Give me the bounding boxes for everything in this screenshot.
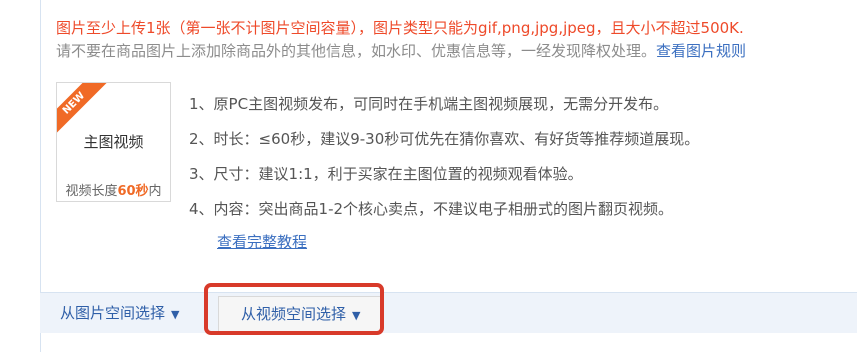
main-video-thumbnail[interactable]: NEW 主图视频 视频长度60秒内 bbox=[56, 82, 171, 202]
select-from-image-space-label: 从图片空间选择 bbox=[60, 304, 166, 322]
content-policy-text: 请不要在商品图片上添加除商品外的其他信息，如水印、优惠信息等，一经发现降权处理。… bbox=[56, 41, 852, 62]
video-guidelines-list: 1、原PC主图视频发布，可同时在手机端主图视频展现，无需分开发布。 2、时长：≤… bbox=[189, 92, 699, 232]
full-tutorial-link[interactable]: 查看完整教程 bbox=[217, 231, 307, 252]
guideline-item: 3、尺寸：建议1:1，利于买家在主图位置的视频观看体验。 bbox=[189, 165, 583, 183]
content-policy-sentence: 请不要在商品图片上添加除商品外的其他信息，如水印、优惠信息等，一经发现降权处理。 bbox=[56, 42, 657, 60]
guideline-item: 4、内容：突出商品1-2个核心卖点，不建议电子相册式的图片翻页视频。 bbox=[189, 200, 674, 218]
select-from-image-space-button[interactable]: 从图片空间选择 ▼ bbox=[60, 293, 179, 333]
select-from-video-space-label: 从视频空间选择 bbox=[241, 305, 347, 323]
image-rules-link[interactable]: 查看图片规则 bbox=[656, 42, 746, 60]
upload-requirements-text: 图片至少上传1张（第一张不计图片空间容量），图片类型只能为gif,png,jpg… bbox=[56, 19, 744, 37]
caret-down-icon: ▼ bbox=[171, 308, 180, 321]
video-length-prefix: 视频长度 bbox=[65, 184, 118, 199]
video-length-hint: 视频长度60秒内 bbox=[57, 180, 170, 199]
video-length-value: 60秒 bbox=[117, 184, 149, 199]
caret-down-icon: ▼ bbox=[352, 309, 361, 322]
select-from-video-space-button[interactable]: 从视频空间选择 ▼ bbox=[218, 296, 384, 332]
guideline-item: 2、时长：≤60秒，建议9-30秒可优先在猜你喜欢、有好货等推荐频道展现。 bbox=[189, 130, 700, 148]
thumbnail-title: 主图视频 bbox=[83, 133, 144, 151]
video-length-suffix: 内 bbox=[148, 184, 162, 199]
guideline-item: 1、原PC主图视频发布，可同时在手机端主图视频展现，无需分开发布。 bbox=[189, 95, 669, 113]
source-selector-bar: 从图片空间选择 ▼ 从视频空间选择 ▼ bbox=[40, 292, 857, 333]
